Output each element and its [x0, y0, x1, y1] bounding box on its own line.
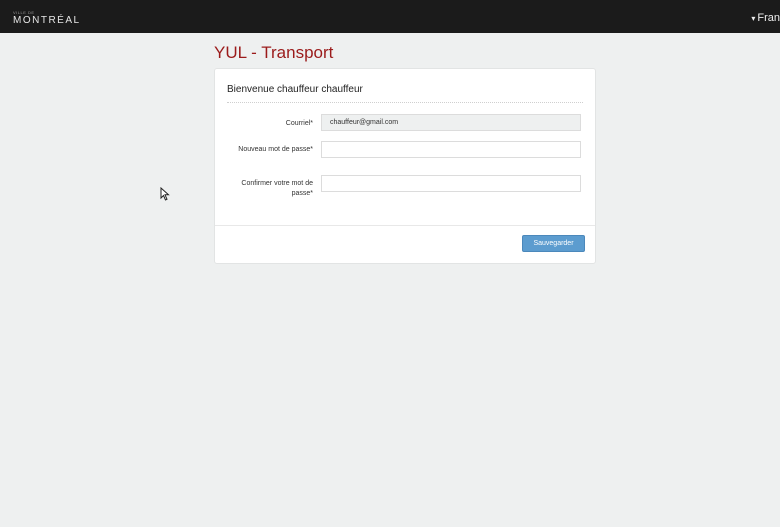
password-form-panel: Bienvenue chauffeur chauffeur Courriel* … [214, 68, 596, 264]
logo-text: MONTRÉAL [13, 15, 81, 26]
page-title: YUL - Transport [214, 43, 334, 62]
language-menu[interactable]: ▾ Fran [751, 12, 780, 24]
language-menu-label: Fran [757, 12, 780, 24]
footer-divider [215, 225, 595, 226]
confirm-password-field[interactable] [321, 175, 581, 192]
confirm-password-label: Confirmer votre mot de passe* [241, 180, 313, 197]
top-navigation-bar: VILLE DE MONTRÉAL ▾ Fran [0, 0, 780, 33]
email-field[interactable]: chauffeur@gmail.com [321, 114, 581, 131]
email-label: Courriel* [285, 120, 313, 127]
form-heading: Bienvenue chauffeur chauffeur [227, 84, 363, 95]
chevron-down-icon: ▾ [751, 14, 756, 23]
new-password-field[interactable] [321, 141, 581, 158]
heading-divider [227, 102, 583, 103]
new-password-label: Nouveau mot de passe* [238, 146, 313, 153]
mouse-cursor-icon [160, 187, 170, 201]
save-button[interactable]: Sauvegarder [522, 235, 585, 252]
montreal-logo[interactable]: VILLE DE MONTRÉAL [13, 10, 81, 26]
